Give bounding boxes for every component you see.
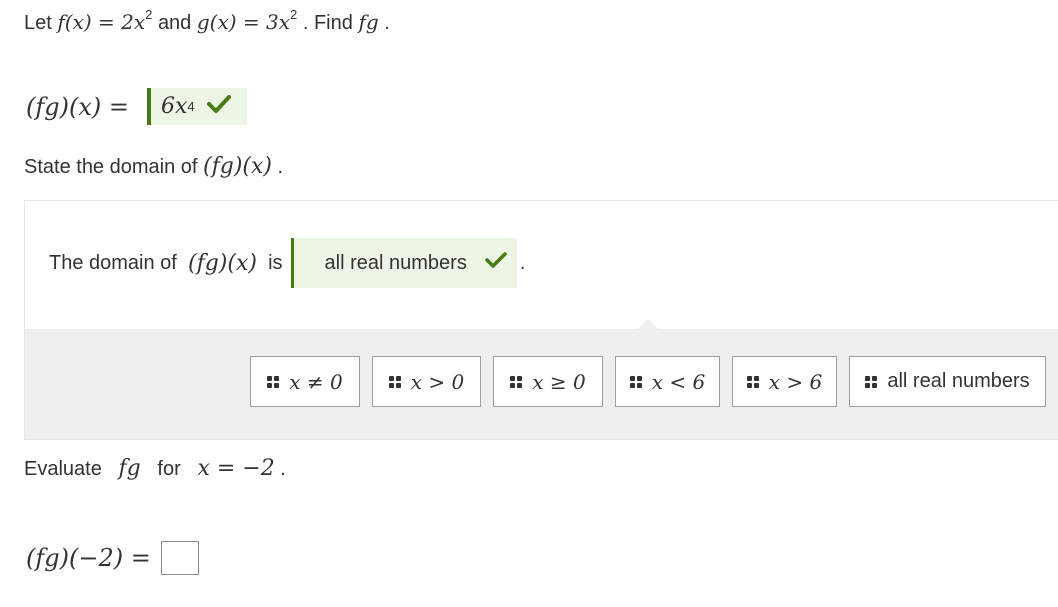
- answer-3-lhs: (fg)(−2) =: [26, 544, 151, 572]
- domain-is-word: is: [268, 251, 283, 274]
- f-definition: f(x) = 2x: [57, 10, 146, 34]
- f-exponent: 2: [145, 7, 153, 22]
- answer-1-lhs: (fg)(x) =: [26, 92, 129, 121]
- choice-label: all real numbers: [887, 370, 1030, 392]
- answer-3-row: (fg)(−2) =: [26, 540, 199, 576]
- and-word: and: [157, 12, 192, 34]
- choice-label: x ≠ 0: [289, 369, 343, 394]
- answer-1-field[interactable]: 6x 4: [146, 88, 247, 125]
- drag-handle-icon: [388, 375, 401, 388]
- question-1-end: .: [384, 12, 390, 34]
- question-1: Let f(x) = 2x2 and g(x) = 3x2 . Find fg …: [24, 7, 390, 35]
- choice-tile[interactable]: x > 6: [732, 356, 837, 407]
- question-2: State the domain of (fg)(x) .: [24, 154, 283, 179]
- question-2-expr: (fg)(x): [203, 154, 272, 179]
- tray-pointer: [637, 319, 659, 330]
- choice-tray: x ≠ 0 x > 0 x ≥ 0 x < 6 x > 6 all real n…: [24, 319, 1058, 440]
- question-1-prefix: Let: [24, 12, 52, 34]
- question-3-end: .: [280, 458, 286, 480]
- choice-tile[interactable]: x > 0: [372, 356, 481, 407]
- choice-label: x < 6: [651, 369, 706, 394]
- domain-prefix: The domain of: [49, 251, 177, 274]
- choice-tile[interactable]: all real numbers: [849, 356, 1046, 407]
- choice-tile[interactable]: x ≥ 0: [493, 356, 603, 407]
- check-icon: [485, 251, 507, 275]
- find-target: fg: [358, 10, 379, 34]
- domain-drop-target[interactable]: all real numbers: [290, 238, 517, 288]
- domain-statement: The domain of (fg)(x) is all real number…: [49, 238, 525, 288]
- check-icon: [206, 93, 231, 121]
- drag-handle-icon: [746, 375, 759, 388]
- drag-handle-icon: [267, 375, 280, 388]
- question-3-for-word: for: [157, 458, 181, 480]
- choice-label: x > 6: [768, 369, 823, 394]
- drag-handle-icon: [629, 375, 642, 388]
- answer-3-input[interactable]: [160, 541, 199, 575]
- drop-panel: The domain of (fg)(x) is all real number…: [24, 200, 1058, 330]
- drag-handle-icon: [510, 375, 523, 388]
- question-3: Evaluate fg for x = −2 .: [24, 456, 286, 481]
- question-3-text: Evaluate: [24, 458, 102, 480]
- find-word: . Find: [302, 12, 353, 34]
- question-3-expr: fg: [118, 456, 141, 481]
- answer-1-value: 6x: [160, 94, 188, 119]
- drag-handle-icon: [865, 375, 878, 388]
- choice-tile[interactable]: x ≠ 0: [250, 356, 360, 407]
- domain-answer: all real numbers: [324, 251, 467, 274]
- g-exponent: 2: [290, 7, 298, 22]
- answer-1-row: (fg)(x) = 6x 4: [26, 88, 247, 125]
- question-3-value: x = −2: [197, 456, 275, 481]
- domain-expr: (fg)(x): [187, 250, 257, 276]
- choice-label: x > 0: [410, 369, 465, 394]
- choice-tile[interactable]: x < 6: [615, 356, 720, 407]
- question-2-text: State the domain of: [24, 156, 198, 178]
- g-definition: g(x) = 3x: [196, 10, 291, 34]
- domain-end: .: [519, 251, 526, 274]
- choice-label: x ≥ 0: [532, 369, 586, 394]
- question-2-end: .: [277, 156, 284, 178]
